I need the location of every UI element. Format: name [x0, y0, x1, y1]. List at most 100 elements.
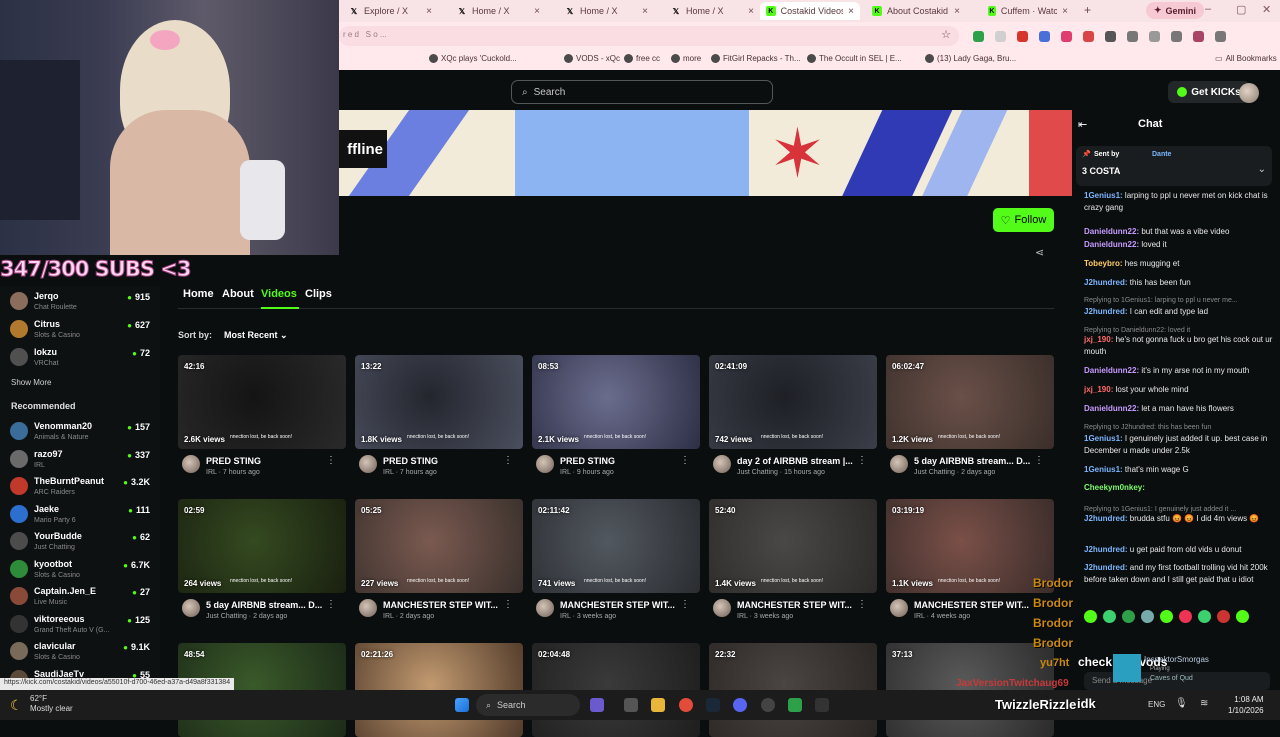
taskbar-search[interactable]: ⌕ Search — [476, 694, 580, 716]
chat-username[interactable]: Danieldunn22: — [1084, 240, 1139, 249]
more-options-icon[interactable]: ⋮ — [680, 455, 690, 466]
terminal-icon[interactable] — [815, 698, 829, 712]
sidebar-channel[interactable]: Jaeke Mario Party 6 111 — [10, 502, 156, 530]
channel-avatar[interactable] — [536, 599, 554, 617]
channel-avatar[interactable] — [890, 599, 908, 617]
chat-username[interactable]: 1Genius1: — [1084, 191, 1123, 200]
channel-avatar[interactable] — [713, 599, 731, 617]
extension-icon[interactable] — [1127, 31, 1138, 42]
browser-tab[interactable]: 𝕏 Explore / X × — [343, 2, 438, 20]
emote-icon[interactable] — [1198, 610, 1211, 623]
bookmark-item[interactable]: VODS - xQc — [564, 54, 620, 63]
video-card[interactable]: 02:11:42 741 views nnection lost, be back … — [532, 499, 700, 629]
get-kicks-button[interactable]: Get KICKs — [1168, 81, 1250, 103]
minimize-icon[interactable]: – — [1205, 3, 1211, 15]
chat-username[interactable]: J2hundred: — [1084, 278, 1128, 287]
video-card[interactable]: 02:59 264 views nnection lost, be back soo… — [178, 499, 346, 629]
video-title[interactable]: MANCHESTER STEP WIT... — [560, 600, 680, 610]
video-title[interactable]: 5 day AIRBNB stream... D... — [206, 600, 326, 610]
channel-avatar[interactable] — [359, 455, 377, 473]
extension-icon[interactable] — [995, 31, 1006, 42]
emote-icon[interactable] — [1217, 610, 1230, 623]
close-tab-icon[interactable]: × — [848, 6, 854, 17]
weather[interactable]: 62°F Mostly clear — [30, 694, 73, 714]
bookmark-item[interactable]: more — [671, 54, 701, 63]
browser-tab[interactable]: K Cuffem · Watch cl × — [982, 2, 1074, 20]
gemini-button[interactable]: ✦ Gemini — [1145, 2, 1204, 19]
extension-icon[interactable] — [1017, 31, 1028, 42]
video-thumbnail[interactable]: 02:11:42 741 views nnection lost, be back … — [532, 499, 700, 593]
channel-avatar[interactable] — [182, 599, 200, 617]
chat-username[interactable]: J2hundred: — [1084, 307, 1128, 316]
channel-avatar[interactable] — [713, 455, 731, 473]
more-options-icon[interactable]: ⋮ — [326, 599, 336, 610]
sidebar-channel[interactable]: clavicular Slots & Casino 9.1K — [10, 639, 156, 667]
tab-videos[interactable]: Videos — [261, 288, 297, 300]
chat-username[interactable]: J2hundred: — [1084, 545, 1128, 554]
sidebar-channel[interactable]: lokzu VRChat 72 — [10, 345, 156, 373]
tab-home[interactable]: Home — [183, 288, 214, 300]
bookmark-item[interactable]: free cc — [624, 54, 660, 63]
video-card[interactable]: 02:41:09 742 views nnection lost, be back … — [709, 355, 877, 485]
steam-icon[interactable] — [706, 698, 720, 712]
video-title[interactable]: PRED STING — [383, 456, 503, 466]
wifi-icon[interactable]: ≋ — [1200, 698, 1208, 709]
video-thumbnail[interactable]: 08:53 2.1K views nnection lost, be back so… — [532, 355, 700, 449]
close-tab-icon[interactable]: × — [426, 6, 432, 17]
file-explorer-icon[interactable] — [651, 698, 665, 712]
emote-icon[interactable] — [1103, 610, 1116, 623]
collapse-chat-icon[interactable]: ⇤ — [1078, 118, 1087, 131]
chat-username[interactable]: jxj_190: — [1084, 335, 1113, 344]
clock[interactable]: 1:08 AM 1/10/2026 — [1228, 694, 1264, 716]
start-icon[interactable] — [455, 698, 469, 712]
browser-tab[interactable]: 𝕏 Home / X × — [451, 2, 546, 20]
video-thumbnail[interactable]: 06:02:47 1.2K views nnection lost, be back… — [886, 355, 1054, 449]
video-card[interactable]: 08:53 2.1K views nnection lost, be back so… — [532, 355, 700, 485]
emote-icon[interactable] — [1160, 610, 1173, 623]
expand-pinned-icon[interactable]: ⌄ — [1258, 164, 1266, 175]
sidebar-channel[interactable]: Citrus Slots & Casino 627 — [10, 317, 156, 345]
search-input[interactable]: ⌕ Search — [511, 80, 773, 104]
extension-icon[interactable] — [1083, 31, 1094, 42]
sidebar-channel[interactable]: YourBudde Just Chatting 62 — [10, 529, 156, 557]
channel-avatar[interactable] — [182, 455, 200, 473]
show-more-link[interactable]: Show More — [11, 378, 51, 387]
sidebar-channel[interactable]: Venomman20 Animals & Nature 157 — [10, 419, 156, 447]
video-thumbnail[interactable]: 13:22 1.8K views nnection lost, be back so… — [355, 355, 523, 449]
chat-username[interactable]: 1Genius1: — [1084, 434, 1123, 443]
mic-icon[interactable]: 🎙 — [1175, 698, 1188, 709]
emote-icon[interactable] — [1179, 610, 1192, 623]
video-thumbnail[interactable]: 03:19:19 1.1K views nnection lost, be back… — [886, 499, 1054, 593]
close-tab-icon[interactable]: × — [534, 6, 540, 17]
task-view-icon[interactable] — [624, 698, 638, 712]
more-options-icon[interactable]: ⋮ — [503, 455, 513, 466]
video-thumbnail[interactable]: 02:59 264 views nnection lost, be back soo… — [178, 499, 346, 593]
star-icon[interactable]: ☆ — [941, 28, 951, 41]
new-tab-icon[interactable]: + — [1084, 3, 1091, 17]
close-tab-icon[interactable]: × — [748, 6, 754, 17]
channel-avatar[interactable] — [890, 455, 908, 473]
channel-avatar[interactable] — [359, 599, 377, 617]
emote-icon[interactable] — [1141, 610, 1154, 623]
chat-username[interactable]: Tobeybro: — [1084, 259, 1123, 268]
video-title[interactable]: PRED STING — [560, 456, 680, 466]
chat-username[interactable]: Cheekym0nkey: — [1084, 483, 1145, 492]
extension-icon[interactable] — [1061, 31, 1072, 42]
follow-button[interactable]: ♡ Follow — [993, 208, 1054, 232]
browser-tab[interactable]: K About Costakid × — [866, 2, 966, 20]
bookmark-item[interactable]: (13) Lady Gaga, Bru... — [925, 54, 1016, 63]
browser-tab[interactable]: 𝕏 Home / X × — [559, 2, 654, 20]
video-thumbnail[interactable]: 52:40 1.4K views nnection lost, be back so… — [709, 499, 877, 593]
video-title[interactable]: MANCHESTER STEP WIT... — [737, 600, 857, 610]
video-thumbnail[interactable]: 05:25 227 views nnection lost, be back soo… — [355, 499, 523, 593]
extension-icon[interactable] — [1105, 31, 1116, 42]
app-icon[interactable] — [788, 698, 802, 712]
discord-icon[interactable] — [733, 698, 747, 712]
obs-icon[interactable] — [761, 698, 775, 712]
sidebar-channel[interactable]: viktoreeous Grand Theft Auto V (G... 125 — [10, 612, 156, 640]
sidebar-channel[interactable]: Jerqo Chat Roulette 915 — [10, 289, 156, 317]
close-tab-icon[interactable]: × — [954, 6, 960, 17]
video-title[interactable]: PRED STING — [206, 456, 326, 466]
tab-clips[interactable]: Clips — [305, 288, 332, 300]
chat-username[interactable]: J2hundred: — [1084, 514, 1128, 523]
